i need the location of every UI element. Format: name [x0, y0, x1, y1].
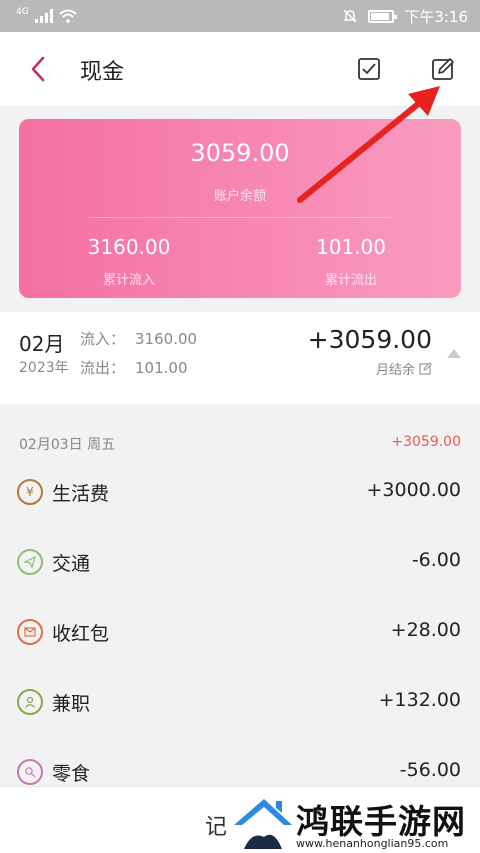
day-header: 02月03日 周五 +3059.00	[19, 434, 461, 454]
edit-icon[interactable]	[430, 56, 456, 82]
back-icon[interactable]	[24, 54, 54, 84]
transaction-amount: -6.00	[411, 549, 461, 571]
mute-bell-icon	[343, 9, 358, 23]
person-icon	[17, 689, 43, 715]
transaction-name: 生活费	[52, 483, 110, 505]
month-balance: +3059.00	[307, 325, 432, 354]
transaction-name: 兼职	[52, 693, 91, 715]
transaction-row[interactable]: 交通 -6.00	[0, 544, 480, 584]
transaction-amount: +3000.00	[366, 479, 462, 501]
checkbox-icon[interactable]	[356, 56, 382, 82]
app-header: 现金	[0, 32, 480, 106]
day-date: 02月03日 周五	[19, 437, 116, 453]
month-outflow: 流出： 101.00	[80, 357, 188, 378]
transaction-list: 02月03日 周五 +3059.00 ¥ 生活费 +3000.00 交通 -6.…	[0, 404, 480, 786]
transaction-amount: +28.00	[390, 619, 461, 641]
collapse-triangle-icon[interactable]	[447, 349, 461, 358]
lollipop-icon	[17, 759, 43, 785]
month-label: 02月	[19, 332, 65, 356]
status-time: 下午3:16	[404, 7, 468, 26]
edit-small-icon	[419, 362, 432, 375]
battery-icon	[368, 9, 398, 23]
transaction-name: 零食	[52, 763, 91, 785]
watermark-title: 鸿联手游网	[296, 802, 466, 841]
outflow-value: 101.00	[316, 235, 386, 259]
transaction-amount: -56.00	[399, 759, 461, 781]
month-balance-edit[interactable]: 月结余	[376, 359, 432, 378]
envelope-icon	[17, 619, 43, 645]
card-divider	[89, 217, 391, 218]
month-inflow-value: 3160.00	[135, 330, 198, 348]
transaction-name: 收红包	[52, 623, 110, 645]
year-label: 2023年	[19, 360, 69, 376]
transaction-name: 交通	[52, 553, 91, 575]
transaction-row[interactable]: 兼职 +132.00	[0, 684, 480, 724]
inflow-label: 累计流入	[102, 273, 155, 288]
wifi-icon	[59, 9, 77, 23]
inflow-block: 3160.00 累计流入	[29, 235, 229, 288]
month-outflow-value: 101.00	[135, 359, 188, 377]
network-type: 4G	[16, 6, 29, 17]
watermark-url: www.henanhonglian95.com	[296, 837, 449, 850]
outflow-block: 101.00 累计流出	[251, 235, 451, 288]
status-bar: 4G 下午3:16	[0, 0, 480, 32]
transaction-amount: +132.00	[378, 689, 461, 711]
paper-plane-icon	[17, 549, 43, 575]
signal-icon	[34, 9, 53, 23]
day-total: +3059.00	[391, 434, 461, 450]
account-balance: 3059.00	[190, 139, 290, 167]
page-title: 现金	[80, 60, 125, 85]
inflow-value: 3160.00	[87, 235, 171, 259]
watermark-logo	[234, 799, 292, 851]
month-inflow: 流入： 3160.00	[80, 328, 197, 349]
transaction-row[interactable]: ¥ 生活费 +3000.00	[0, 474, 480, 514]
yuan-icon: ¥	[17, 479, 43, 505]
month-summary[interactable]: 02月 2023年 流入： 3160.00 流出： 101.00 +3059.00 …	[0, 312, 480, 404]
month-inflow-label: 流入：	[80, 330, 126, 348]
status-left: 4G	[16, 6, 77, 25]
transaction-row[interactable]: 收红包 +28.00	[0, 614, 480, 654]
record-button[interactable]: 记	[205, 809, 227, 841]
watermark: 鸿联手游网 www.henanhonglian95.com	[232, 793, 480, 853]
month-balance-label: 月结余	[375, 363, 415, 378]
balance-card: 3059.00 账户余额 3160.00 累计流入 101.00 累计流出	[19, 119, 461, 298]
outflow-label: 累计流出	[324, 273, 377, 288]
status-right: 下午3:16	[342, 6, 468, 27]
account-balance-label: 账户余额	[213, 189, 266, 204]
month-outflow-label: 流出：	[80, 359, 126, 377]
